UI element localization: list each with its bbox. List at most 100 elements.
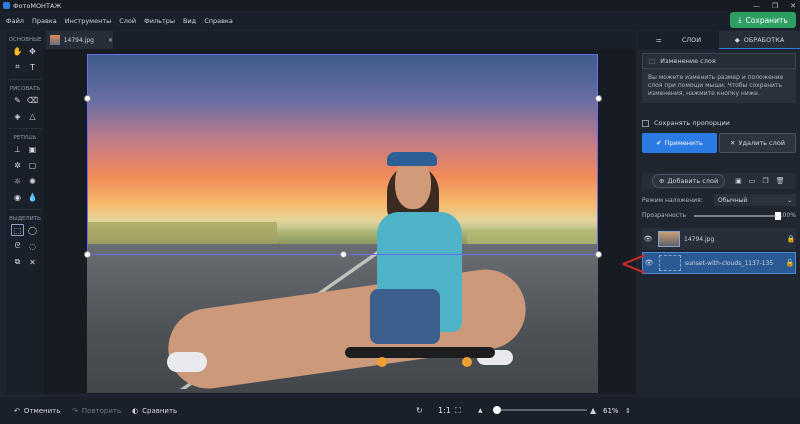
change-layer-header: ⬚ Изменение слоя xyxy=(642,53,796,69)
lasso-icon[interactable]: ᘓ xyxy=(11,240,24,252)
delete-layer-button[interactable]: ✕ Удалить слой xyxy=(719,133,796,153)
keep-proportions-checkbox[interactable]: Сохранять пропорции xyxy=(642,119,800,127)
shapes-tool-icon[interactable]: △ xyxy=(26,110,39,122)
opacity-row: Прозрачность 100% xyxy=(642,211,796,220)
selection-left-edge xyxy=(87,54,88,254)
document-thumbnail xyxy=(50,35,60,45)
stamp-tool-icon[interactable]: ⊥ xyxy=(11,143,24,155)
resize-handle-left-mid[interactable] xyxy=(84,95,91,102)
patch-tool-icon[interactable]: ▣ xyxy=(26,143,39,155)
brush-tool-icon[interactable]: ✎ xyxy=(11,94,24,106)
resize-handle-bottom-left[interactable] xyxy=(84,251,91,258)
light-tool-icon[interactable]: ☼ xyxy=(11,175,24,187)
zoom-out-icon[interactable]: ▲ xyxy=(478,407,483,414)
delete-layer-label: Удалить слой xyxy=(738,139,785,147)
ellipse-select-icon[interactable]: ◯ xyxy=(26,224,39,236)
opacity-slider[interactable] xyxy=(694,211,781,220)
zoom-stepper-icon[interactable]: ⇕ xyxy=(625,407,631,415)
save-button[interactable]: ⤓ Сохранить xyxy=(730,12,796,28)
section-select: ВЫДЕЛИТЬ xyxy=(9,216,41,222)
opacity-label: Прозрачность xyxy=(642,212,687,219)
layer-toolbar: ⊕ Добавить слой ▣ ▭ ❐ 🗑 xyxy=(642,173,796,189)
folder-icon[interactable]: ▭ xyxy=(749,177,756,185)
fill-tool-icon[interactable]: ◈ xyxy=(11,110,24,122)
minimize-button[interactable]: — xyxy=(753,2,760,10)
duplicate-icon[interactable]: ❐ xyxy=(762,177,768,185)
resize-handle-bottom-mid[interactable] xyxy=(340,251,347,258)
text-tool-icon[interactable]: T xyxy=(26,61,39,73)
x-icon: ✕ xyxy=(730,139,736,147)
blend-mode-value: Обычный xyxy=(718,196,748,204)
tab-layers[interactable]: ⚌ СЛОИ xyxy=(638,31,719,49)
zoom-in-icon[interactable]: ▲ xyxy=(590,406,596,415)
add-layer-button[interactable]: ⊕ Добавить слой xyxy=(652,174,726,188)
magic-lasso-icon[interactable]: ◌ xyxy=(26,240,39,252)
document-tab[interactable]: 14794.jpg × xyxy=(46,31,113,49)
eye-icon[interactable]: 👁 xyxy=(642,235,654,243)
drop-tool-icon[interactable]: 💧 xyxy=(26,191,39,203)
plus-icon: ⊕ xyxy=(659,177,665,185)
apply-button[interactable]: ✔ Применить xyxy=(642,133,717,153)
selection-top-edge xyxy=(87,54,598,55)
blur-tool-icon[interactable]: ▢ xyxy=(26,159,39,171)
blend-mode-row: Режим наложения: Обычный ⌄ xyxy=(642,194,796,206)
image-layer-icon[interactable]: ▣ xyxy=(735,177,742,185)
undo-label: Отменить xyxy=(23,406,61,415)
layer-name: 14794.jpg xyxy=(684,235,715,243)
menu-edit[interactable]: Правка xyxy=(32,17,57,25)
actual-size-button[interactable]: 1:1 xyxy=(438,406,451,415)
zoom-level: 61% xyxy=(603,406,619,415)
healing-tool-icon[interactable]: ✲ xyxy=(11,159,24,171)
tab-layers-label: СЛОИ xyxy=(681,36,702,44)
sun-tool-icon[interactable]: ✺ xyxy=(26,175,39,187)
menu-help[interactable]: Справка xyxy=(204,17,233,25)
lock-icon[interactable]: 🔒 xyxy=(786,235,796,243)
layer-item-photo[interactable]: 👁 14794.jpg 🔒 xyxy=(642,228,796,250)
layer-item-sunset[interactable]: 👁 sunset-with-clouds_1137-135 🔓 xyxy=(642,252,796,274)
menu-file[interactable]: Файл xyxy=(6,17,24,25)
menu-filters[interactable]: Фильтры xyxy=(144,17,175,25)
zoom-slider[interactable] xyxy=(493,406,587,414)
menu-tools[interactable]: Инструменты xyxy=(65,17,112,25)
check-icon: ✔ xyxy=(656,139,662,147)
sliders-icon: ⚌ xyxy=(655,36,662,44)
rect-select-icon[interactable]: ⬚ xyxy=(11,224,24,236)
opacity-slider-knob[interactable] xyxy=(774,211,781,220)
dodge-tool-icon[interactable]: ◉ xyxy=(11,191,24,203)
tool-panel: ОСНОВНЫЕ ✋ ✥ ⌗ T РИСОВАТЬ ✎ ⌫ ◈ △ РЕТУШЬ… xyxy=(6,31,44,394)
maximize-button[interactable]: ❐ xyxy=(772,2,778,10)
redo-button[interactable]: ↷ Повторить xyxy=(72,407,121,415)
tab-processing[interactable]: ◆ ОБРАБОТКА xyxy=(719,31,800,49)
menu-view[interactable]: Вид xyxy=(183,17,196,25)
redo-label: Повторить xyxy=(81,406,122,415)
move-tool-icon[interactable]: ✥ xyxy=(26,45,39,57)
title-bar: ФотоМОНТАЖ — ❐ ✕ xyxy=(0,0,800,11)
undo-button[interactable]: ↶ Отменить xyxy=(14,407,60,415)
compare-button[interactable]: ◐ Сравнить xyxy=(132,407,177,415)
canvas-area[interactable] xyxy=(44,49,636,394)
hand-tool-icon[interactable]: ✋ xyxy=(11,45,24,57)
resize-handle-right-mid[interactable] xyxy=(595,95,602,102)
app-logo-icon xyxy=(3,2,10,9)
menu-bar: Файл Правка Инструменты Слой Фильтры Вид… xyxy=(0,11,800,30)
layer-thumbnail xyxy=(658,231,680,247)
status-bar: ↶ Отменить ↷ Повторить ◐ Сравнить ↻ 1:1 … xyxy=(0,397,800,424)
resize-handle-bottom-right[interactable] xyxy=(595,251,602,258)
eraser-tool-icon[interactable]: ⌫ xyxy=(26,94,39,106)
rotate-icon[interactable]: ↻ xyxy=(416,406,423,415)
trash-icon[interactable]: 🗑 xyxy=(776,177,785,185)
magic-wand-icon[interactable]: ✕ xyxy=(26,256,39,268)
zoom-slider-knob[interactable] xyxy=(493,406,501,414)
unlock-icon[interactable]: 🔓 xyxy=(785,259,795,267)
tab-close-icon[interactable]: × xyxy=(108,37,113,44)
magnetic-select-icon[interactable]: ⧉ xyxy=(11,256,24,268)
eye-icon[interactable]: 👁 xyxy=(643,259,655,267)
checkbox-box[interactable] xyxy=(642,119,649,127)
fit-screen-icon[interactable]: ⛶ xyxy=(455,406,461,416)
crop-tool-icon[interactable]: ⌗ xyxy=(11,61,24,73)
close-window-button[interactable]: ✕ xyxy=(790,2,796,10)
photo-canvas[interactable] xyxy=(87,54,598,393)
menu-layer[interactable]: Слой xyxy=(119,17,136,25)
compare-icon: ◐ xyxy=(132,406,139,415)
blend-mode-select[interactable]: Обычный ⌄ xyxy=(714,194,796,206)
